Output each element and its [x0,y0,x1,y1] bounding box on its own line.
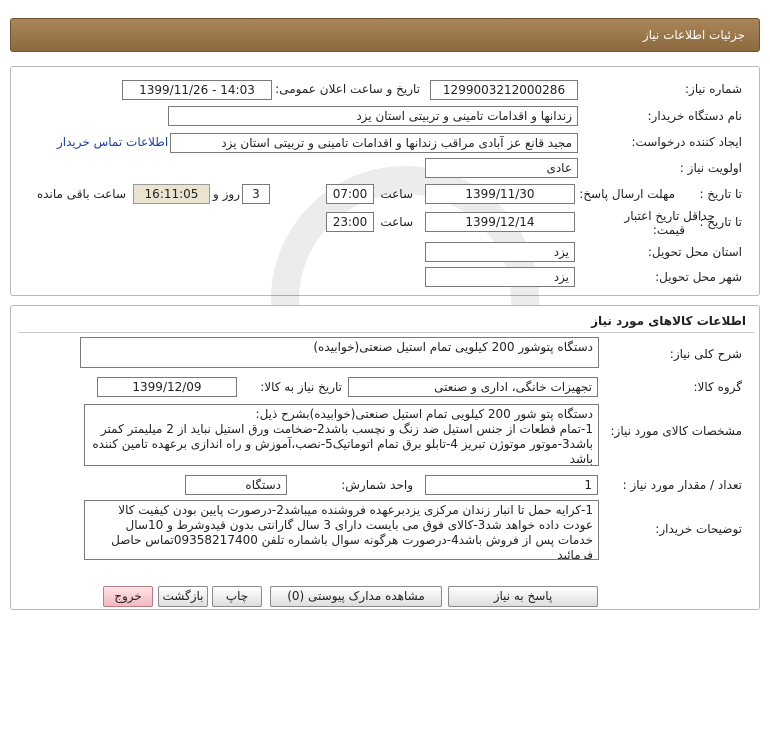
validity-time-label: ساعت [380,215,413,229]
deadline-date-field: 1399/11/30 [425,184,575,204]
days-label: روز و [213,187,240,201]
specs-field: دستگاه پتو شور 200 کیلویی تمام استیل صنع… [84,404,599,466]
priority-label: اولویت نیاز : [679,161,742,175]
back-button[interactable]: بازگشت [158,586,208,607]
buyer-notes-label: توضیحات خریدار: [655,522,742,536]
province-label: استان محل تحویل: [647,245,742,259]
validity-time-field: 23:00 [326,212,374,232]
need-details-panel [10,66,760,296]
deadline-label: مهلت ارسال پاسخ: [579,187,675,201]
page-header: جزئیات اطلاعات نیاز [10,18,760,52]
buyer-contact-link[interactable]: اطلاعات تماس خریدار [57,135,168,149]
deadline-to-date-label: تا تاریخ : [699,187,742,201]
exit-button[interactable]: خروج [103,586,153,607]
creator-field: مجید قانع عز آبادی مراقب زندانها و اقدام… [170,133,578,153]
announce-field: 1399/11/26 - 14:03 [122,80,272,100]
validity-to-date-label: تا تاریخ : [699,215,742,229]
need-date-field: 1399/12/09 [97,377,237,397]
page-title: جزئیات اطلاعات نیاز [642,28,745,42]
min-validity-label-2: قیمت: [652,223,685,237]
quantity-field: 1 [425,475,598,495]
unit-field: دستگاه [185,475,287,495]
general-desc-label: شرح کلی نیاز: [669,347,742,361]
goods-group-field: تجهیزات خانگی، اداری و صنعتی [348,377,598,397]
deadline-time-label: ساعت [380,187,413,201]
buyer-org-label: نام دستگاه خریدار: [647,109,743,123]
need-date-label: تاریخ نیاز به کالا: [260,380,342,394]
creator-label: ایجاد کننده درخواست: [631,135,742,149]
days-field: 3 [242,184,270,204]
unit-label: واحد شمارش: [341,478,413,492]
goods-section-title: اطلاعات کالاهای مورد نیاز [591,314,746,328]
need-number-field: 1299003212000286 [430,80,578,100]
province-field: یزد [425,242,575,262]
remaining-time-field: 16:11:05 [133,184,210,204]
priority-field: عادی [425,158,578,178]
buyer-org-field: زندانها و اقدامات تامینی و تربیتی استان … [168,106,578,126]
quantity-label: تعداد / مقدار مورد نیاز : [622,478,742,492]
announce-label: تاریخ و ساعت اعلان عمومی: [275,82,420,96]
goods-divider [18,332,754,333]
need-number-label: شماره نیاز: [685,82,742,96]
attachments-button[interactable]: مشاهده مدارک پیوستی (0) [270,586,442,607]
specs-label: مشخصات کالای مورد نیاز: [610,424,742,438]
reply-button[interactable]: پاسخ به نیاز [448,586,598,607]
city-field: یزد [425,267,575,287]
buyer-notes-field: 1-کرایه حمل تا انبار زندان مرکزی یزدبرعه… [84,500,599,560]
deadline-time-field: 07:00 [326,184,374,204]
print-button[interactable]: چاپ [212,586,262,607]
remaining-label: ساعت باقی مانده [36,187,126,201]
city-label: شهر محل تحویل: [655,270,742,284]
validity-date-field: 1399/12/14 [425,212,575,232]
general-desc-field: دستگاه پتوشور 200 کیلویی تمام استیل صنعت… [80,337,599,368]
goods-group-label: گروه کالا: [693,380,743,394]
